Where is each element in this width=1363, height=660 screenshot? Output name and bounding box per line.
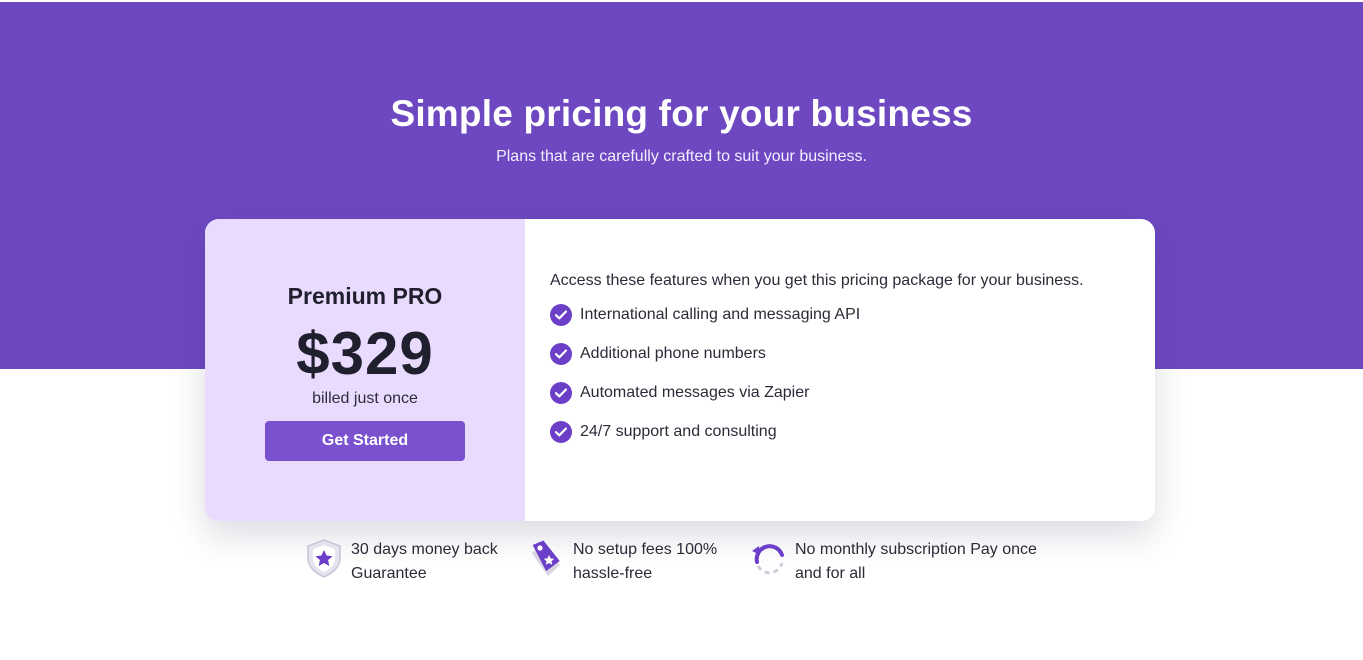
guarantee-line: Guarantee xyxy=(351,565,427,582)
feature-label: International calling and messaging API xyxy=(580,306,861,323)
feature-item: International calling and messaging API xyxy=(550,304,860,343)
page-title: Simple pricing for your business xyxy=(390,93,973,134)
plan-name: Premium PRO xyxy=(287,283,443,309)
price-tag-icon xyxy=(527,538,565,578)
guarantee-label: 30 days money back Guarantee xyxy=(351,538,498,586)
features-panel: Access these features when you get this … xyxy=(525,219,1155,521)
check-circle-icon xyxy=(550,382,572,404)
feature-list: International calling and messaging API … xyxy=(550,304,860,460)
guarantee-no-subscription: No monthly subscription Pay once and for… xyxy=(749,538,1037,586)
guarantee-label: No setup fees 100% hassle-free xyxy=(573,538,717,586)
guarantee-line: hassle-free xyxy=(573,565,653,582)
guarantee-label: No monthly subscription Pay once and for… xyxy=(795,538,1037,586)
check-circle-icon xyxy=(550,343,572,365)
plan-price: $329 xyxy=(296,320,434,387)
check-circle-icon xyxy=(550,304,572,326)
features-intro: Access these features when you get this … xyxy=(550,272,1084,289)
feature-label: Automated messages via Zapier xyxy=(580,384,810,401)
feature-item: 24/7 support and consulting xyxy=(550,421,860,460)
check-circle-icon xyxy=(550,421,572,443)
feature-item: Automated messages via Zapier xyxy=(550,382,860,421)
guarantee-line: 30 days money back xyxy=(351,541,498,558)
feature-item: Additional phone numbers xyxy=(550,343,860,382)
plan-panel: Premium PRO $329 billed just once Get St… xyxy=(205,219,525,521)
refresh-arrow-icon xyxy=(749,538,787,578)
guarantee-line: No setup fees 100% xyxy=(573,541,718,558)
feature-label: 24/7 support and consulting xyxy=(580,423,777,440)
guarantee-no-setup: No setup fees 100% hassle-free xyxy=(527,538,717,586)
get-started-button[interactable]: Get Started xyxy=(265,421,465,461)
pricing-card: Premium PRO $329 billed just once Get St… xyxy=(205,219,1155,521)
guarantee-row: 30 days money back Guarantee No setup fe… xyxy=(0,538,1363,598)
guarantee-line: and for all xyxy=(795,565,866,582)
page-subtitle: Plans that are carefully crafted to suit… xyxy=(496,148,867,165)
feature-label: Additional phone numbers xyxy=(580,345,766,362)
plan-billing-note: billed just once xyxy=(312,390,418,407)
shield-star-icon xyxy=(305,538,343,578)
guarantee-money-back: 30 days money back Guarantee xyxy=(305,538,498,586)
guarantee-line: No monthly subscription Pay once xyxy=(795,541,1037,558)
